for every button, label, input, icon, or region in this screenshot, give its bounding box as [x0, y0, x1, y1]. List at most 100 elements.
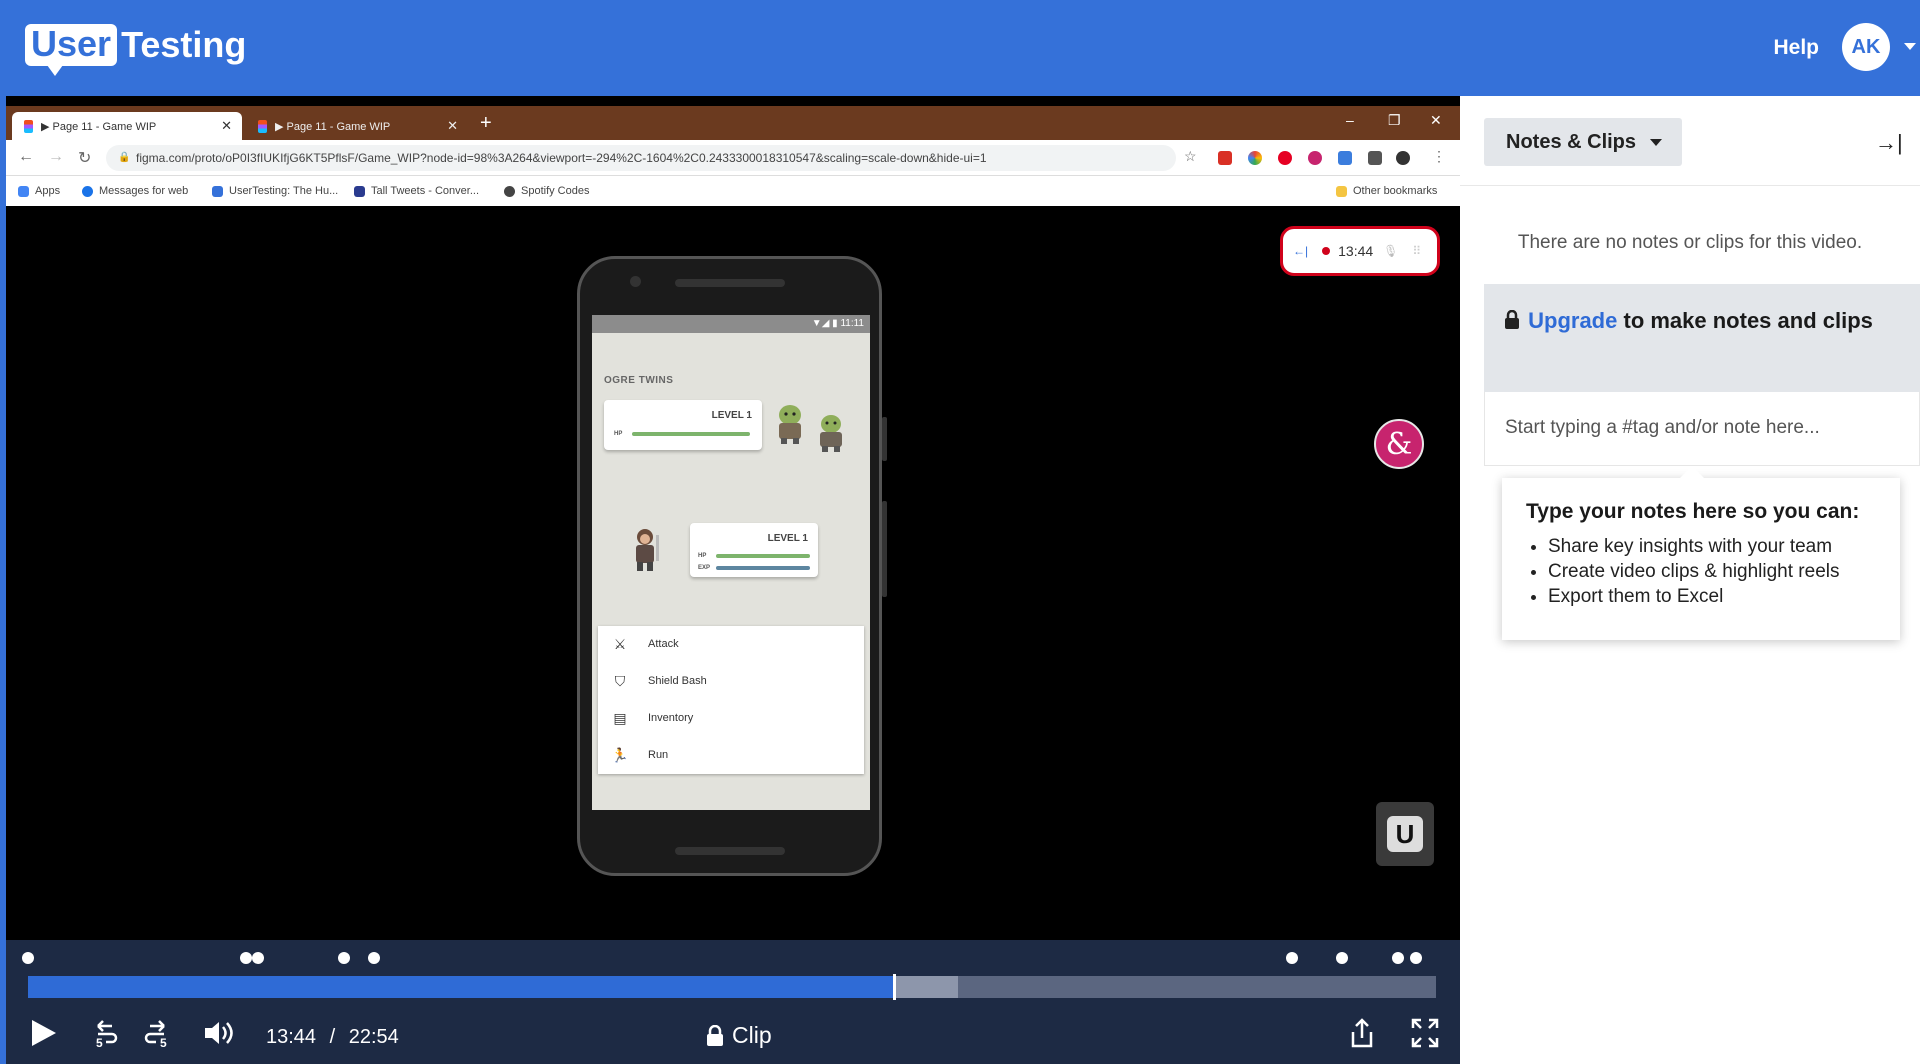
timeline-marker[interactable]	[22, 952, 34, 964]
help-link[interactable]: Help	[1773, 36, 1819, 60]
empty-notes-message: There are no notes or clips for this vid…	[1517, 232, 1863, 253]
game-title: OGRE TWINS	[604, 375, 674, 386]
browser-tab-label: ▶ Page 11 - Game WIP	[41, 120, 157, 133]
usertesting-logo[interactable]: User Testing	[25, 24, 246, 76]
upgrade-text: to make notes and clips	[1617, 308, 1873, 333]
skip-back-button[interactable]: 5	[90, 1016, 120, 1055]
progress-handle[interactable]	[893, 974, 897, 1000]
ogre-sprite	[812, 411, 850, 453]
menu-item-attack: ⚔ Attack	[598, 626, 864, 662]
close-icon: ✕	[447, 118, 458, 133]
timeline-marker[interactable]	[1410, 952, 1422, 964]
battle-menu: ⚔ Attack ⛉ Shield Bash ▤ Inventory 🏃 Run	[598, 626, 864, 774]
menu-item-inventory: ▤ Inventory	[598, 700, 864, 736]
phone-bottom-bar	[675, 847, 785, 855]
restore-icon: ❐	[1388, 112, 1401, 128]
bookmark-favicon-icon	[354, 185, 365, 197]
usertesting-icon	[212, 185, 223, 197]
share-button[interactable]	[1348, 1016, 1376, 1055]
back-bar-icon: ←|	[1293, 244, 1309, 258]
skip-forward-icon	[144, 1020, 165, 1044]
skip-back-seconds: 5	[96, 1036, 103, 1050]
microphone-icon: 🎙	[1383, 244, 1399, 258]
notes-clips-dropdown[interactable]: Notes & Clips	[1484, 118, 1682, 166]
lock-icon: 🔒	[118, 152, 131, 163]
browser-toolbar: ← → ↻ 🔒 figma.com/proto/oP0I3fIUKIfjG6KT…	[6, 140, 1460, 176]
current-time: 13:44	[266, 1026, 317, 1048]
player-controls: 5 5 13:44 / 22:54 Clip	[6, 940, 1460, 1064]
browser-tab-label: ▶ Page 11 - Game WIP	[275, 120, 391, 133]
speaker-icon	[205, 1022, 233, 1044]
folder-icon	[1336, 185, 1347, 197]
clip-button[interactable]: Clip	[706, 1022, 772, 1049]
chevron-down-icon[interactable]	[1904, 43, 1916, 50]
enemy-hp-bar	[632, 432, 750, 436]
other-bookmarks: Other bookmarks	[1336, 185, 1437, 197]
knight-sprite	[628, 527, 664, 573]
reload-icon: ↻	[78, 150, 92, 167]
fullscreen-button[interactable]	[1410, 1016, 1440, 1055]
avatar[interactable]: AK	[1842, 23, 1890, 71]
app-header: User Testing Help AK	[0, 0, 1920, 96]
shield-icon: ⛉	[614, 672, 626, 689]
browser-tab: ▶ Page 11 - Game WIP ✕	[246, 112, 468, 140]
kebab-menu-icon: ⋮	[1432, 148, 1446, 164]
chevron-down-icon	[1650, 138, 1663, 146]
lock-icon	[707, 1024, 723, 1046]
pinterest-icon	[1278, 151, 1292, 165]
timeline-marker[interactable]	[338, 952, 350, 964]
crossed-swords-icon: ⚔	[613, 635, 627, 652]
upgrade-link[interactable]: Upgrade	[1528, 308, 1617, 333]
recording-time: 13:44	[1338, 243, 1374, 259]
bookmarks-bar: Apps Messages for web UserTesting: The H…	[6, 176, 1460, 206]
collapse-sidebar-icon[interactable]: →|	[1875, 130, 1903, 156]
timeline-marker[interactable]	[1336, 952, 1348, 964]
play-button[interactable]	[28, 1016, 58, 1055]
play-icon	[32, 1020, 56, 1046]
tip-item: Create video clips & highlight reels	[1548, 559, 1876, 584]
playback-time: 13:44 / 22:54	[266, 1026, 399, 1049]
timeline-marker[interactable]	[252, 952, 264, 964]
lock-icon	[1505, 309, 1519, 329]
timeline-marker[interactable]	[1392, 952, 1404, 964]
minimize-icon: –	[1346, 112, 1354, 128]
ogre-sprite	[770, 401, 810, 445]
progress-track[interactable]	[28, 974, 1436, 1000]
timeline-marker[interactable]	[240, 952, 252, 964]
record-dot-icon	[1322, 247, 1331, 255]
share-icon	[1351, 1018, 1373, 1048]
clip-label: Clip	[732, 1022, 772, 1048]
back-arrow-icon: ←	[18, 148, 34, 165]
close-icon: ✕	[221, 118, 232, 133]
phone-status-bar: ▼◢ ▮ 11:11	[592, 315, 870, 333]
bookmark-item: UserTesting: The Hu...	[212, 185, 338, 197]
timeline-marker[interactable]	[1286, 952, 1298, 964]
bookmark-item: Messages for web	[82, 185, 188, 197]
messages-icon	[82, 185, 93, 197]
menu-item-run: 🏃 Run	[611, 746, 669, 763]
phone-side-button	[882, 417, 887, 461]
bookmark-item: Spotify Codes	[504, 185, 589, 197]
sidebar-header: Notes & Clips →|	[1460, 96, 1920, 186]
enemy-stats-card: LEVEL 1 HP	[604, 400, 762, 450]
player-level: LEVEL 1	[767, 533, 808, 544]
notes-clips-label: Notes & Clips	[1506, 130, 1637, 153]
player-hp-bar	[716, 554, 810, 558]
forward-arrow-icon: →	[48, 148, 64, 165]
time-separator: /	[329, 1026, 336, 1048]
usertesting-watermark-icon: U	[1376, 802, 1434, 866]
left-edge-strip	[0, 96, 6, 1064]
volume-button[interactable]	[202, 1016, 234, 1055]
tip-list: Share key insights with your team Create…	[1548, 534, 1876, 609]
note-input[interactable]: Start typing a #tag and/or note here...	[1484, 392, 1920, 466]
extension-icon	[1308, 151, 1322, 165]
bookmark-item: Apps	[18, 185, 60, 197]
skip-forward-button[interactable]: 5	[142, 1016, 172, 1055]
running-person-icon: 🏃	[611, 746, 629, 763]
timeline-marker[interactable]	[368, 952, 380, 964]
address-bar-url: figma.com/proto/oP0I3fIUKIfjG6KT5PflsF/G…	[136, 151, 987, 165]
expand-icon	[1411, 1018, 1439, 1048]
extension-icon	[1248, 151, 1262, 165]
tip-title: Type your notes here so you can:	[1526, 500, 1860, 523]
phone-camera	[630, 276, 641, 287]
